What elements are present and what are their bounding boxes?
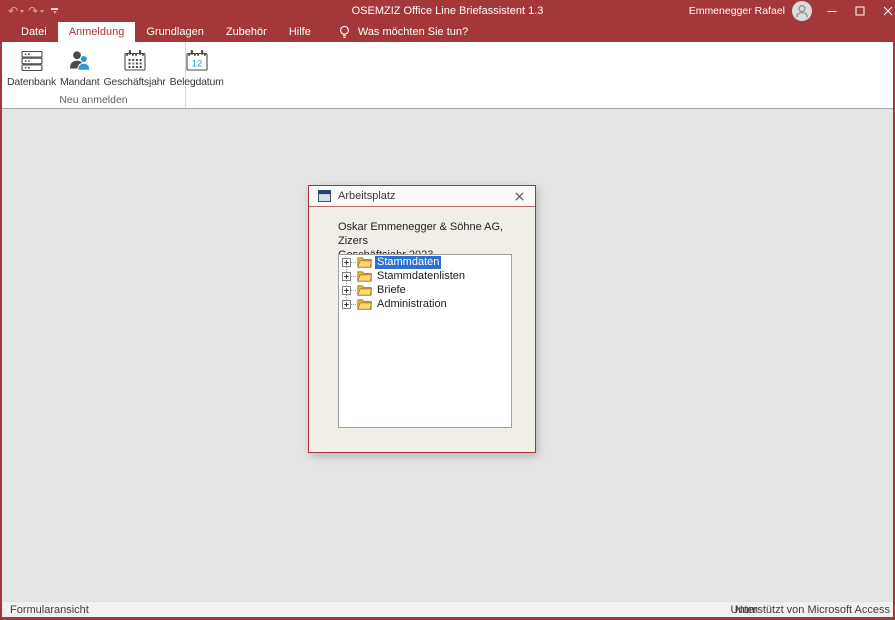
tree-item-label: Stammdatenlisten <box>375 270 467 283</box>
tab-grundlagen[interactable]: Grundlagen <box>135 22 215 42</box>
titlebar-right: Emmenegger Rafael <box>689 0 893 22</box>
access-branding: Unterstützt von Microsoft Access <box>730 604 890 616</box>
user-avatar-icon[interactable] <box>792 1 812 21</box>
database-icon <box>19 47 45 75</box>
view-mode-label: Formularansicht <box>10 604 89 616</box>
mandant-button[interactable]: Mandant <box>58 45 101 89</box>
user-name[interactable]: Emmenegger Rafael <box>689 5 785 17</box>
lightbulb-icon <box>338 25 351 40</box>
ribbon: Datenbank <box>2 42 893 109</box>
folder-icon <box>357 270 372 282</box>
close-button[interactable] <box>874 0 895 22</box>
tree-item-label: Administration <box>375 298 449 311</box>
tab-zubehoer[interactable]: Zubehör <box>215 22 278 42</box>
arbeitsplatz-dialog: Arbeitsplatz Oskar Emmenegger & Söhne AG… <box>308 185 536 453</box>
tree-item-administration[interactable]: Administration <box>342 297 511 311</box>
workspace-tree[interactable]: Stammdaten Stammdatenlisten Briefe <box>338 254 512 428</box>
datenbank-label: Datenbank <box>7 76 56 88</box>
tell-me-label: Was möchten Sie tun? <box>358 26 468 38</box>
ribbon-tab-row: Datei Anmeldung Grundlagen Zubehör Hilfe… <box>2 22 893 42</box>
expand-icon[interactable] <box>342 258 351 267</box>
belegdatum-label: Belegdatum <box>170 76 224 88</box>
dialog-titlebar: Arbeitsplatz <box>309 186 535 207</box>
dialog-title: Arbeitsplatz <box>338 190 505 202</box>
tree-item-stammdatenlisten[interactable]: Stammdatenlisten <box>342 269 511 283</box>
ribbon-group-neu-anmelden: Datenbank <box>2 42 186 108</box>
app-window: ↶ ↷ OSEMZIZ Office Line Briefassistent 1… <box>0 0 895 620</box>
belegdatum-button[interactable]: 12 Belegdatum <box>168 45 226 89</box>
dialog-close-button[interactable] <box>512 189 526 203</box>
folder-icon <box>357 298 372 310</box>
tree-item-briefe[interactable]: Briefe <box>342 283 511 297</box>
main-content: Arbeitsplatz Oskar Emmenegger & Söhne AG… <box>2 110 893 601</box>
datenbank-button[interactable]: Datenbank <box>5 45 58 89</box>
tree-item-label: Stammdaten <box>375 256 441 269</box>
tab-anmeldung[interactable]: Anmeldung <box>58 22 136 42</box>
form-icon <box>318 190 331 202</box>
expand-icon[interactable] <box>342 300 351 309</box>
expand-icon[interactable] <box>342 272 351 281</box>
clients-icon <box>67 47 93 75</box>
tree-item-label: Briefe <box>375 284 408 297</box>
tree-connector <box>351 262 356 263</box>
svg-text:12: 12 <box>191 59 202 70</box>
maximize-button[interactable] <box>846 0 874 22</box>
tab-datei[interactable]: Datei <box>10 22 58 42</box>
tree-item-stammdaten[interactable]: Stammdaten <box>342 255 511 269</box>
tree-connector <box>351 290 356 291</box>
folder-icon <box>357 284 372 296</box>
tree-connector <box>351 276 356 277</box>
geschaeftsjahr-label: Geschäftsjahr <box>103 76 165 88</box>
expand-icon[interactable] <box>342 286 351 295</box>
titlebar: ↶ ↷ OSEMZIZ Office Line Briefassistent 1… <box>2 0 893 22</box>
calendar-grid-icon <box>122 47 148 75</box>
geschaeftsjahr-button[interactable]: Geschäftsjahr <box>101 45 167 89</box>
company-name: Oskar Emmenegger & Söhne AG, Zizers <box>338 207 535 248</box>
tab-hilfe[interactable]: Hilfe <box>278 22 322 42</box>
calendar-date-icon: 12 <box>184 47 210 75</box>
minimize-button[interactable] <box>818 0 846 22</box>
statusbar: Formularansicht Num Unterstützt von Micr… <box>2 601 893 620</box>
ribbon-group-label: Neu anmelden <box>2 94 185 106</box>
dialog-body: Oskar Emmenegger & Söhne AG, Zizers Gesc… <box>309 207 535 453</box>
mandant-label: Mandant <box>60 76 99 88</box>
folder-icon <box>357 256 372 268</box>
ribbon-buttons: Datenbank <box>2 42 185 89</box>
tell-me-box[interactable]: Was möchten Sie tun? <box>338 22 468 42</box>
tree-connector <box>351 304 356 305</box>
